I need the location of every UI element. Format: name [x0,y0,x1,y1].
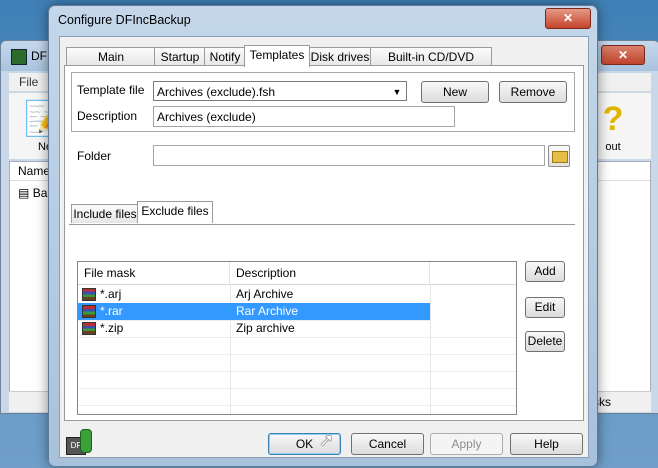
remove-button[interactable]: Remove [499,81,567,103]
chevron-down-icon: ▼ [392,87,402,97]
folder-field[interactable] [153,145,545,166]
add-button[interactable]: Add [525,261,565,282]
help-button[interactable]: Help [510,433,583,455]
cylinder-icon [80,429,92,453]
tab-include-files[interactable]: Include files [71,204,139,223]
configure-dialog: Configure DFIncBackup ✕ Main Parameters … [48,5,598,467]
tab-exclude-files[interactable]: Exclude files [137,201,213,223]
grid-line [430,284,431,414]
table-row[interactable]: *.arj Arj Archive [78,286,430,304]
list-header: File mask Description [78,262,516,285]
tab-main-parameters[interactable]: Main Parameters [66,47,156,82]
dialog-client-area: Main Parameters Startup Notify Templates… [59,36,589,458]
list-item[interactable]: ▤ Ba [18,186,47,200]
browse-folder-button[interactable] [548,145,570,167]
tab-notify[interactable]: Notify [204,47,246,66]
description-label: Description [77,109,138,123]
template-file-label: Template file [77,83,145,97]
column-description[interactable]: Description [230,262,430,284]
archive-icon [82,322,96,335]
cancel-button[interactable]: Cancel [351,433,424,455]
tab-templates[interactable]: Templates [244,45,310,67]
background-close-button[interactable]: ✕ [601,45,645,65]
folder-icon [552,151,568,163]
row-description: Zip archive [236,321,295,335]
file-mask-list[interactable]: File mask Description *.arj Arj Archive [77,261,517,415]
templates-page: Template file Archives (exclude).fsh ▼ N… [64,65,584,421]
dialog-title: Configure DFIncBackup [58,13,191,27]
grid-line [78,405,516,406]
background-window-title: DF [31,49,47,63]
folder-label: Folder [77,149,112,163]
tab-startup[interactable]: Startup [154,47,206,66]
dfincbackup-icon: DF [66,429,92,455]
row-mask: *.rar [100,304,123,318]
menu-file[interactable]: File [9,73,48,91]
tab-builtin-burner[interactable]: Built-in CD/DVD burner [370,47,492,82]
column-file-mask[interactable]: File mask [78,262,230,284]
archive-icon [82,305,96,318]
grid-line [78,354,516,355]
edit-button[interactable]: Edit [525,297,565,318]
row-mask: *.arj [100,287,122,301]
row-mask: *.zip [100,321,124,335]
mouse-cursor-icon: ➚ [319,430,335,450]
template-file-value: Archives (exclude).fsh [157,85,276,99]
row-description: Arj Archive [236,287,294,301]
table-row[interactable]: *.rar Rar Archive [78,303,430,321]
grid-line [78,371,516,372]
template-file-select[interactable]: Archives (exclude).fsh ▼ [153,81,407,101]
dialog-close-button[interactable]: ✕ [545,8,591,29]
new-button[interactable]: New [421,81,489,103]
app-icon [11,49,27,65]
description-field[interactable]: Archives (exclude) [153,106,455,127]
row-description: Rar Archive [236,304,299,318]
list-item-label: Ba [32,186,48,200]
tab-disk-drives[interactable]: Disk drives [308,47,372,66]
document-icon: ▤ [18,186,30,200]
apply-button[interactable]: Apply [430,433,503,455]
delete-button[interactable]: Delete [525,331,565,352]
archive-icon [82,288,96,301]
table-row[interactable]: *.zip Zip archive [78,320,430,338]
grid-line [78,388,516,389]
